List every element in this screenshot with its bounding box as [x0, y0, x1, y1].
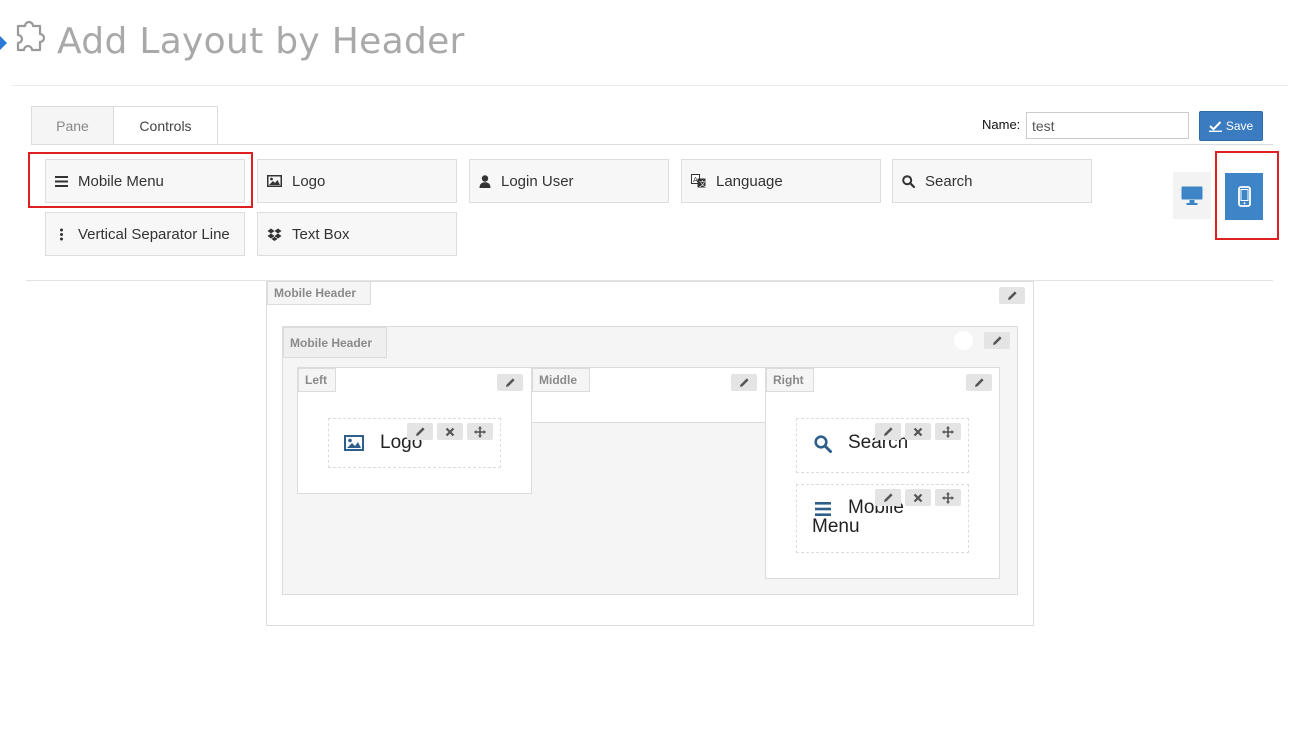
page-title: Add Layout by Header: [57, 21, 465, 62]
control-logo[interactable]: Logo: [257, 159, 457, 203]
search-icon: [902, 174, 915, 188]
column-middle-tag: Middle: [532, 368, 590, 392]
move-icon: [474, 425, 486, 438]
pencil-icon: [883, 427, 893, 436]
close-icon: [913, 493, 923, 502]
title-divider: [12, 85, 1288, 86]
control-vertical-separator-line[interactable]: Vertical Separator Line: [45, 212, 245, 256]
move-icon: [942, 491, 954, 504]
control-label: Vertical Separator Line: [78, 225, 230, 243]
outer-edit-button[interactable]: [999, 287, 1025, 304]
image-icon: [267, 175, 282, 187]
mobile-menu-move-button[interactable]: [935, 489, 961, 506]
save-label: Save: [1225, 119, 1254, 133]
dropbox-icon: [267, 228, 282, 241]
user-icon: [479, 174, 491, 188]
pencil-icon: [739, 378, 749, 387]
search-edit-button[interactable]: [875, 423, 901, 440]
control-label: Text Box: [292, 225, 350, 243]
save-button[interactable]: Save: [1199, 111, 1263, 141]
inner-edit-button[interactable]: [984, 332, 1010, 349]
logo-move-button[interactable]: [467, 423, 493, 440]
logo-edit-button[interactable]: [407, 423, 433, 440]
search-remove-button[interactable]: [905, 423, 931, 440]
status-circle: [954, 331, 973, 350]
tab-pane[interactable]: Pane: [31, 106, 114, 145]
control-login-user[interactable]: Login User: [469, 159, 669, 203]
column-right-tag: Right: [766, 368, 814, 392]
search-move-button[interactable]: [935, 423, 961, 440]
pencil-icon: [505, 378, 515, 387]
control-language[interactable]: A文 Language: [681, 159, 881, 203]
svg-text:文: 文: [699, 179, 706, 188]
name-label: Name:: [982, 117, 1021, 132]
bars-icon: [55, 175, 68, 187]
outer-header-tag: Mobile Header: [267, 281, 371, 305]
widget-search-icon: [814, 435, 832, 458]
desktop-icon: [1181, 186, 1203, 205]
mobile-menu-edit-button[interactable]: [875, 489, 901, 506]
left-edit-button[interactable]: [497, 374, 523, 391]
translate-icon: A文: [691, 174, 706, 188]
middle-edit-button[interactable]: [731, 374, 757, 391]
control-label: Login User: [501, 172, 574, 190]
control-label: Logo: [292, 172, 326, 190]
mobile-view-button[interactable]: [1225, 173, 1263, 220]
column-left-tag: Left: [298, 368, 336, 392]
widget-image-icon: [344, 435, 364, 456]
control-mobile-menu[interactable]: Mobile Menu: [45, 159, 245, 203]
pencil-icon: [415, 427, 425, 436]
pencil-icon: [974, 378, 984, 387]
puzzle-icon: [10, 20, 48, 58]
move-icon: [942, 425, 954, 438]
tab-bar: Pane Controls: [31, 106, 218, 145]
right-edit-button[interactable]: [966, 374, 992, 391]
pencil-icon: [883, 493, 893, 502]
tab-controls[interactable]: Controls: [114, 106, 218, 145]
pencil-icon: [1007, 291, 1017, 300]
control-label: Mobile Menu: [78, 172, 164, 190]
close-icon: [913, 427, 923, 436]
check-save-icon: [1208, 120, 1222, 132]
tab-underline: [31, 144, 1273, 145]
control-label: Search: [925, 172, 973, 190]
inner-header-tag: Mobile Header: [283, 327, 387, 358]
logo-remove-button[interactable]: [437, 423, 463, 440]
mobile-menu-remove-button[interactable]: [905, 489, 931, 506]
control-text-box[interactable]: Text Box: [257, 212, 457, 256]
vertical-dots-icon: [60, 228, 63, 240]
control-label: Language: [716, 172, 783, 190]
desktop-view-button[interactable]: [1173, 172, 1211, 219]
pencil-icon: [992, 336, 1002, 345]
control-search[interactable]: Search: [892, 159, 1092, 203]
mobile-icon: [1237, 186, 1251, 207]
name-input[interactable]: [1026, 112, 1189, 139]
close-icon: [445, 427, 455, 436]
title-marker: [0, 36, 7, 50]
svg-text:A: A: [693, 176, 698, 184]
